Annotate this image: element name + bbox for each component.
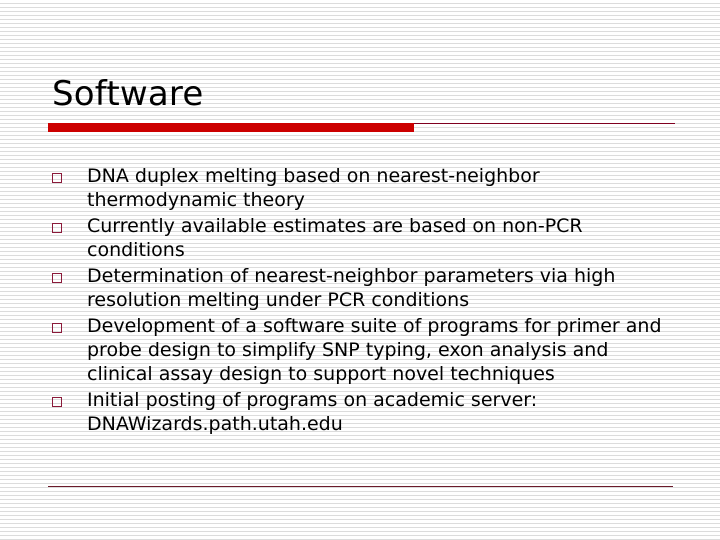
hollow-square-bullet-icon: [52, 173, 62, 183]
hollow-square-bullet-icon: [52, 223, 62, 233]
hollow-square-bullet-icon: [52, 323, 62, 333]
bullet-item: Initial posting of programs on academic …: [0, 388, 720, 436]
bullet-text: Development of a software suite of progr…: [87, 315, 662, 385]
title-underline-accent: [48, 123, 414, 132]
hollow-square-bullet-icon: [52, 397, 62, 407]
bullet-item: Development of a software suite of progr…: [0, 314, 720, 386]
bullet-text: DNA duplex melting based on nearest-neig…: [87, 165, 540, 211]
bullet-item: DNA duplex melting based on nearest-neig…: [0, 164, 720, 212]
bullet-item: Currently available estimates are based …: [0, 214, 720, 262]
bullet-text: Determination of nearest-neighbor parame…: [87, 265, 616, 311]
bullet-text: Initial posting of programs on academic …: [87, 389, 538, 435]
hollow-square-bullet-icon: [52, 273, 62, 283]
bullet-text: Currently available estimates are based …: [87, 215, 583, 261]
footer-rule: [48, 486, 673, 487]
slide-title: Software: [52, 74, 204, 114]
bullet-list: DNA duplex melting based on nearest-neig…: [0, 164, 720, 438]
title-underline-rule: [414, 123, 675, 124]
bullet-item: Determination of nearest-neighbor parame…: [0, 264, 720, 312]
